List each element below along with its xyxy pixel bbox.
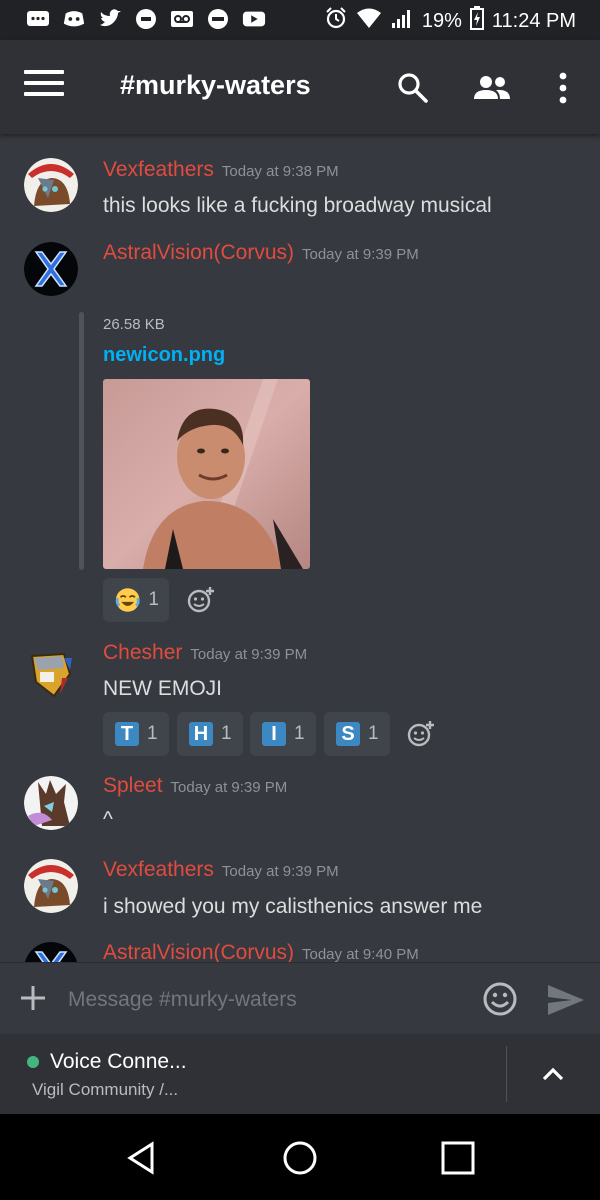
voice-status-dot — [27, 1056, 39, 1068]
voicemail-icon — [170, 8, 194, 30]
avatar[interactable] — [24, 942, 78, 962]
message-author[interactable]: AstralVision(Corvus) Today at 9:40 PM — [103, 941, 419, 962]
message-timestamp: Today at 9:39 PM — [221, 863, 339, 880]
discord-icon — [62, 8, 86, 30]
battery-icon — [469, 6, 484, 36]
alarm-icon — [324, 6, 348, 36]
reaction-count: 1 — [147, 723, 158, 744]
message-author[interactable]: Vexfeathers Today at 9:38 PM — [103, 158, 339, 182]
battery-percent: 19% — [421, 9, 462, 32]
message-text: ^ — [103, 808, 113, 831]
hamburger-icon — [24, 70, 64, 74]
voice-channel-name: Vigil Community /... — [32, 1080, 179, 1099]
dnd-icon — [206, 8, 230, 30]
reaction-count: 1 — [368, 723, 379, 744]
regional-indicator-i-icon: I — [262, 722, 286, 746]
message-input[interactable] — [66, 981, 470, 1019]
regional-indicator-s-icon: S — [336, 722, 360, 746]
members-icon — [474, 76, 510, 99]
message-author[interactable]: Vexfeathers Today at 9:39 PM — [103, 858, 339, 882]
wifi-icon — [356, 7, 382, 35]
status-bar: 19% 11:24 PM — [0, 0, 600, 40]
members-button[interactable] — [472, 68, 512, 108]
uber-icon — [134, 8, 158, 30]
message-author[interactable]: Chesher Today at 9:39 PM — [103, 641, 307, 665]
regional-indicator-h-icon: H — [189, 722, 213, 746]
reaction-letter-t[interactable]: T 1 — [103, 712, 169, 756]
message-timestamp: Today at 9:38 PM — [221, 163, 339, 180]
more-vertical-icon — [559, 72, 567, 104]
avatar[interactable] — [24, 859, 78, 913]
menu-button[interactable] — [24, 70, 64, 104]
chevron-up-icon[interactable] — [538, 1060, 568, 1088]
overflow-menu-button[interactable] — [543, 68, 583, 108]
message-composer — [0, 962, 600, 1035]
home-icon[interactable] — [280, 1138, 320, 1178]
message-list[interactable]: Vexfeathers Today at 9:38 PM this looks l… — [0, 134, 600, 962]
notification-icons — [26, 8, 266, 30]
avatar[interactable] — [24, 648, 78, 702]
reaction-joy[interactable]: 1 — [103, 578, 169, 622]
attachment-accent-bar — [79, 312, 84, 570]
message-text: NEW EMOJI — [103, 677, 222, 700]
sms-icon — [26, 8, 50, 30]
channel-title: #murky-waters — [120, 70, 311, 100]
attachment-size: 26.58 KB — [103, 316, 165, 333]
add-reaction-icon[interactable] — [186, 585, 216, 615]
message-timestamp: Today at 9:39 PM — [170, 779, 288, 796]
system-status: 19% 11:24 PM — [324, 6, 576, 36]
message-text: i showed you my calisthenics answer me — [103, 895, 483, 918]
reaction-count: 1 — [221, 723, 232, 744]
joy-emoji-icon — [115, 588, 140, 612]
voice-status-title: Voice Conne... — [50, 1050, 187, 1073]
add-reaction-icon[interactable] — [406, 719, 436, 749]
divider — [506, 1046, 507, 1102]
signal-icon — [390, 7, 414, 35]
reaction-letter-i[interactable]: I 1 — [250, 712, 316, 756]
system-navigation-bar — [0, 1114, 600, 1200]
add-attachment-icon[interactable] — [20, 985, 46, 1011]
youtube-icon — [242, 8, 266, 30]
message-author[interactable]: AstralVision(Corvus) Today at 9:39 PM — [103, 241, 419, 265]
send-icon[interactable] — [546, 983, 586, 1017]
reaction-count: 1 — [148, 589, 159, 610]
emoji-picker-icon[interactable] — [482, 981, 518, 1017]
message-text: this looks like a fucking broadway music… — [103, 194, 492, 217]
search-icon — [398, 73, 428, 103]
clock: 11:24 PM — [491, 9, 576, 32]
attachment-filename-link[interactable]: newicon.png — [103, 344, 225, 367]
avatar[interactable] — [24, 242, 78, 296]
avatar[interactable] — [24, 158, 78, 212]
reaction-letter-s[interactable]: S 1 — [324, 712, 390, 756]
reaction-count: 1 — [294, 723, 305, 744]
message-timestamp: Today at 9:39 PM — [190, 646, 308, 663]
twitter-icon — [98, 8, 122, 30]
back-icon[interactable] — [122, 1138, 162, 1178]
reaction-letter-h[interactable]: H 1 — [177, 712, 243, 756]
recents-icon[interactable] — [438, 1138, 478, 1178]
avatar[interactable] — [24, 776, 78, 830]
channel-header: #murky-waters — [0, 40, 600, 134]
voice-connection-panel[interactable]: Voice Conne... Vigil Community /... — [0, 1034, 600, 1114]
message-timestamp: Today at 9:40 PM — [302, 946, 419, 962]
message-author[interactable]: Spleet Today at 9:39 PM — [103, 774, 287, 798]
search-button[interactable] — [393, 68, 433, 108]
attachment-image[interactable] — [103, 379, 310, 569]
regional-indicator-t-icon: T — [115, 722, 139, 746]
message-timestamp: Today at 9:39 PM — [302, 246, 419, 263]
